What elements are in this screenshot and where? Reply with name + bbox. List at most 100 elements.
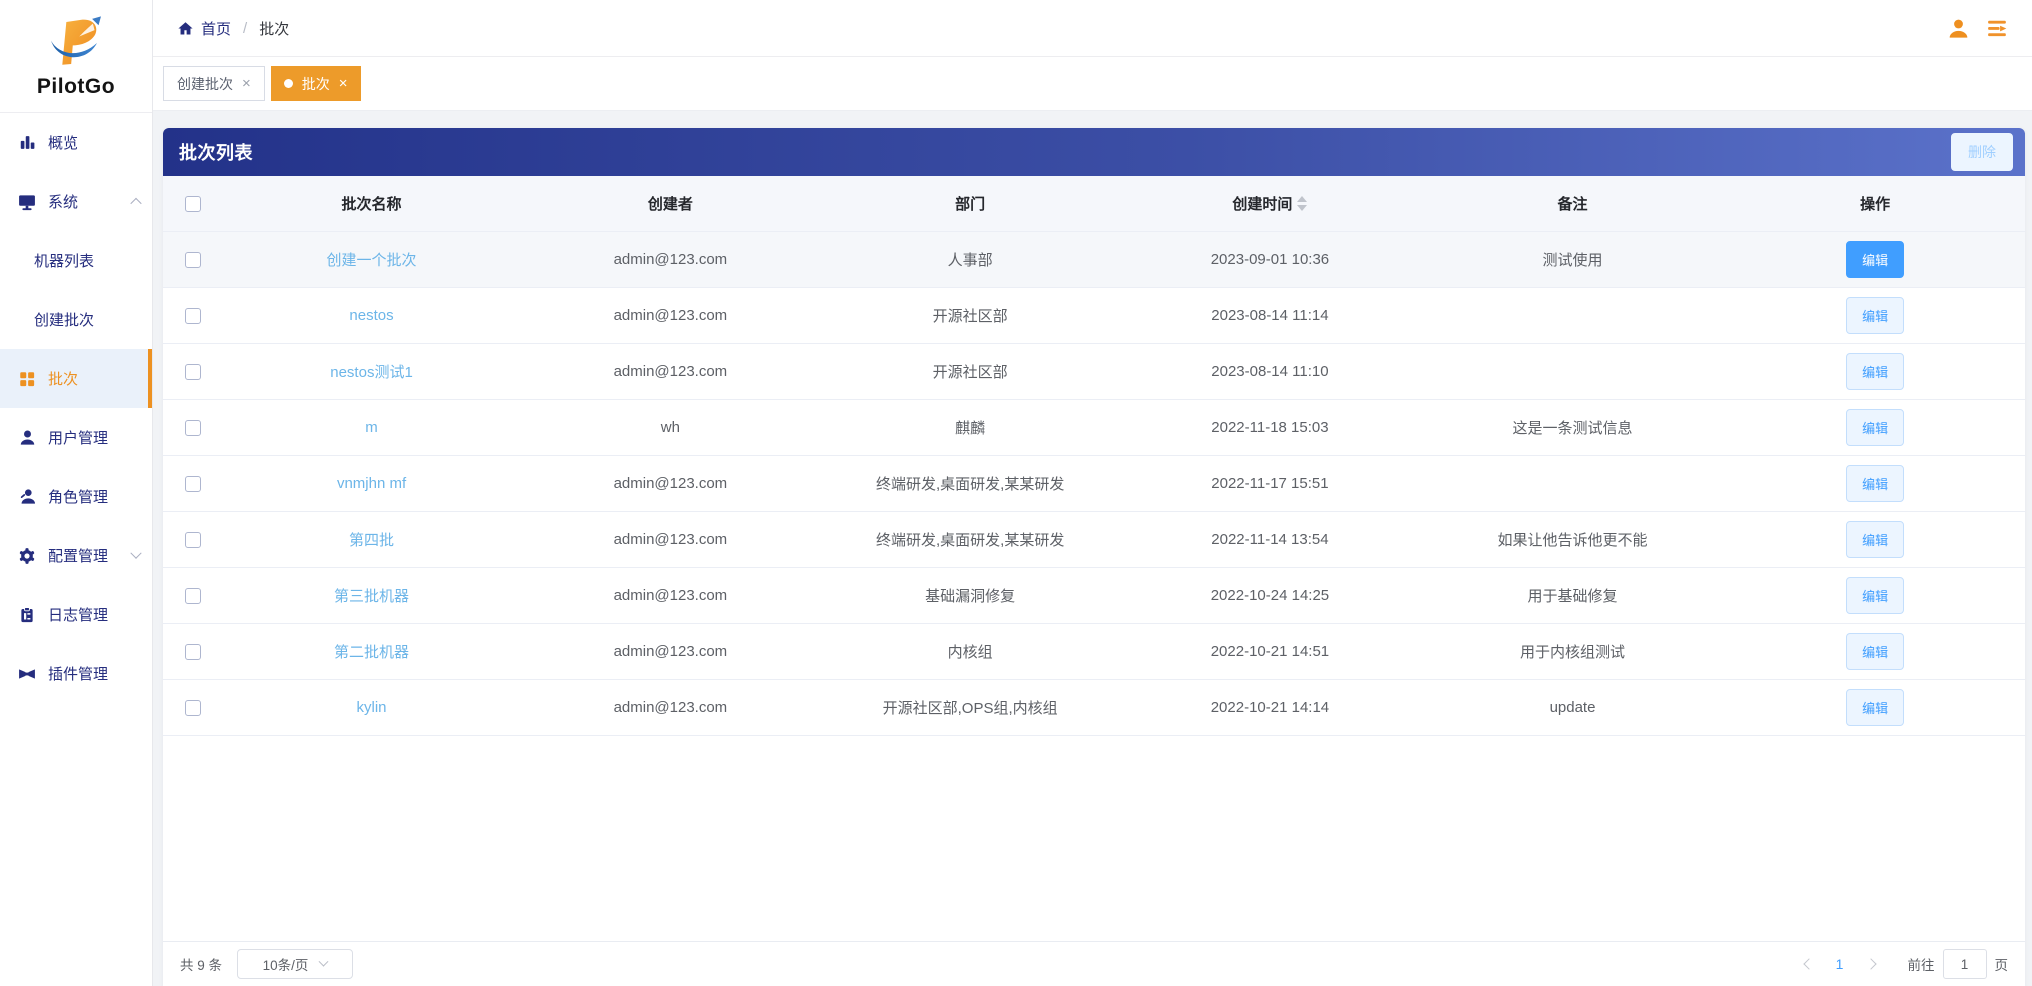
table-row: nestos测试1 admin@123.com 开源社区部 2023-08-14… bbox=[163, 344, 2025, 400]
sidebar-item-user-management[interactable]: 用户管理 bbox=[0, 408, 152, 467]
batch-name-link[interactable]: nestos测试1 bbox=[330, 361, 413, 382]
time-cell: 2022-10-24 14:25 bbox=[1210, 587, 1330, 604]
row-checkbox[interactable] bbox=[184, 419, 201, 436]
dept-cell: 麒麟 bbox=[955, 420, 986, 437]
batch-name-link[interactable]: kylin bbox=[357, 699, 387, 716]
breadcrumb: 首页 / 批次 bbox=[177, 18, 289, 39]
page-number[interactable]: 1 bbox=[1824, 956, 1856, 972]
remark-cell: update bbox=[1549, 699, 1596, 716]
clipboard-icon bbox=[17, 605, 37, 625]
creator-cell: admin@123.com bbox=[613, 699, 728, 716]
row-checkbox[interactable] bbox=[184, 307, 201, 324]
tab-label: 创建批次 bbox=[177, 75, 233, 92]
collapse-menu-icon[interactable] bbox=[1985, 16, 2010, 41]
edit-button[interactable]: 编辑 bbox=[1846, 689, 1905, 726]
table-row: kylin admin@123.com 开源社区部,OPS组,内核组 2022-… bbox=[163, 680, 2025, 736]
sidebar-item-batch[interactable]: 批次 bbox=[0, 349, 152, 408]
edit-button[interactable]: 编辑 bbox=[1846, 297, 1905, 334]
sidebar-item-label: 日志管理 bbox=[48, 607, 109, 624]
row-checkbox[interactable] bbox=[184, 643, 201, 660]
row-checkbox[interactable] bbox=[184, 699, 201, 716]
home-icon bbox=[178, 21, 193, 35]
column-header-remark: 备注 bbox=[1557, 196, 1588, 213]
breadcrumb-home[interactable]: 首页 bbox=[177, 18, 231, 39]
plugin-icon bbox=[17, 664, 37, 684]
sidebar-item-system[interactable]: 系统 bbox=[0, 172, 152, 231]
table-row: 第三批机器 admin@123.com 基础漏洞修复 2022-10-24 14… bbox=[163, 568, 2025, 624]
chevron-down-icon bbox=[130, 547, 142, 559]
breadcrumb-home-label: 首页 bbox=[201, 20, 232, 38]
edit-button[interactable]: 编辑 bbox=[1846, 633, 1905, 670]
column-header-dept: 部门 bbox=[955, 196, 986, 213]
creator-cell: admin@123.com bbox=[613, 587, 728, 604]
column-header-name: 批次名称 bbox=[341, 196, 402, 213]
page-size-value: 10条/页 bbox=[262, 958, 309, 973]
row-checkbox[interactable] bbox=[184, 475, 201, 492]
sidebar-item-config-management[interactable]: 配置管理 bbox=[0, 526, 152, 585]
dept-cell: 开源社区部,OPS组,内核组 bbox=[882, 700, 1058, 717]
sidebar-item-overview[interactable]: 概览 bbox=[0, 113, 152, 172]
row-checkbox[interactable] bbox=[184, 251, 201, 268]
logo-block: PilotGo bbox=[0, 0, 152, 113]
column-header-time[interactable]: 创建时间 bbox=[1120, 193, 1420, 214]
panel-header: 批次列表 删除 bbox=[163, 128, 2025, 176]
edit-button[interactable]: 编辑 bbox=[1846, 241, 1905, 278]
edit-button[interactable]: 编辑 bbox=[1846, 465, 1905, 502]
sidebar-item-label: 批次 bbox=[48, 371, 79, 388]
close-icon[interactable]: × bbox=[339, 76, 348, 91]
batch-name-link[interactable]: vnmjhn mf bbox=[337, 475, 406, 492]
select-all-checkbox[interactable] bbox=[184, 195, 201, 212]
sidebar-item-create-batch[interactable]: 创建批次 bbox=[0, 290, 152, 349]
page-size-select[interactable]: 10条/页 bbox=[237, 949, 354, 979]
dept-cell: 内核组 bbox=[947, 644, 993, 661]
goto-page-input[interactable] bbox=[1942, 949, 1987, 979]
app-root: PilotGo 概览 系统 机器列表 创建批次 批次 用户管理 角色管理 配置管… bbox=[0, 0, 2032, 986]
dept-cell: 终端研发,桌面研发,某某研发 bbox=[875, 532, 1065, 549]
breadcrumb-current: 批次 bbox=[259, 20, 290, 38]
sidebar-item-role-management[interactable]: 角色管理 bbox=[0, 467, 152, 526]
sidebar-item-plugin-management[interactable]: 插件管理 bbox=[0, 644, 152, 703]
creator-cell: admin@123.com bbox=[613, 531, 728, 548]
row-checkbox[interactable] bbox=[184, 587, 201, 604]
goto-page-group: 前往 页 bbox=[1908, 949, 2008, 979]
creator-cell: wh bbox=[660, 419, 680, 436]
edit-button[interactable]: 编辑 bbox=[1846, 409, 1905, 446]
tab-create-batch[interactable]: 创建批次 × bbox=[163, 66, 265, 101]
batch-name-link[interactable]: 创建一个批次 bbox=[327, 249, 417, 270]
pilotgo-logo-icon bbox=[51, 16, 101, 65]
column-header-creator: 创建者 bbox=[647, 196, 693, 213]
batch-name-link[interactable]: nestos bbox=[349, 307, 393, 324]
total-count-label: 共 9 条 bbox=[180, 958, 223, 973]
sidebar-item-machine-list[interactable]: 机器列表 bbox=[0, 231, 152, 290]
pager: 1 前往 页 bbox=[1794, 949, 2008, 979]
delete-button[interactable]: 删除 bbox=[1951, 133, 2013, 171]
table-row: m wh 麒麟 2022-11-18 15:03 这是一条测试信息 编辑 bbox=[163, 400, 2025, 456]
tab-batch[interactable]: 批次 × bbox=[270, 66, 361, 101]
prev-page-button[interactable] bbox=[1794, 949, 1824, 979]
batch-name-link[interactable]: 第二批机器 bbox=[334, 641, 409, 662]
batch-name-link[interactable]: 第四批 bbox=[349, 529, 394, 550]
dept-cell: 开源社区部 bbox=[932, 308, 1008, 325]
sidebar-item-label: 概览 bbox=[48, 135, 79, 152]
gear-icon bbox=[17, 546, 37, 566]
batch-name-link[interactable]: 第三批机器 bbox=[334, 585, 409, 606]
close-icon[interactable]: × bbox=[242, 76, 251, 91]
time-cell: 2022-11-18 15:03 bbox=[1211, 419, 1329, 436]
user-avatar-icon[interactable] bbox=[1947, 17, 1970, 40]
time-cell: 2022-10-21 14:51 bbox=[1210, 643, 1330, 660]
sidebar-item-label: 机器列表 bbox=[34, 253, 95, 270]
table-row: vnmjhn mf admin@123.com 终端研发,桌面研发,某某研发 2… bbox=[163, 456, 2025, 512]
row-checkbox[interactable] bbox=[184, 531, 201, 548]
edit-button[interactable]: 编辑 bbox=[1846, 353, 1905, 390]
sidebar-item-label: 插件管理 bbox=[48, 666, 109, 683]
column-header-time-label: 创建时间 bbox=[1232, 196, 1293, 213]
batch-name-link[interactable]: m bbox=[365, 419, 378, 436]
sidebar-item-log-management[interactable]: 日志管理 bbox=[0, 585, 152, 644]
edit-button[interactable]: 编辑 bbox=[1846, 521, 1905, 558]
row-checkbox[interactable] bbox=[184, 363, 201, 380]
sort-icon[interactable] bbox=[1297, 196, 1308, 211]
creator-cell: admin@123.com bbox=[613, 475, 728, 492]
sidebar: PilotGo 概览 系统 机器列表 创建批次 批次 用户管理 角色管理 配置管… bbox=[0, 0, 153, 986]
next-page-button[interactable] bbox=[1856, 949, 1886, 979]
edit-button[interactable]: 编辑 bbox=[1846, 577, 1905, 614]
